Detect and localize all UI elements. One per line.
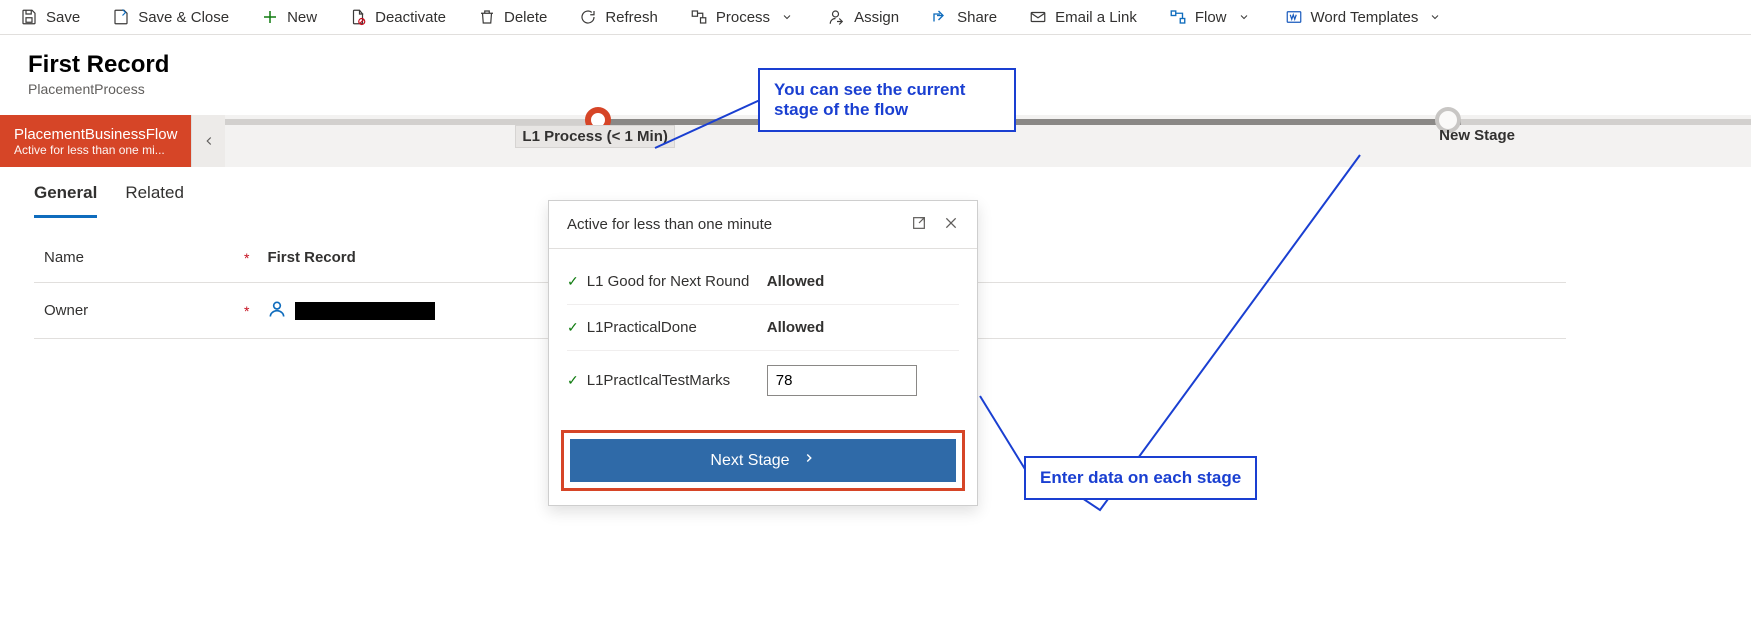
chevron-down-icon [778,8,796,26]
assign-label: Assign [854,9,899,26]
owner-value[interactable] [267,299,435,322]
new-label: New [287,9,317,26]
flyout-header: Active for less than one minute [549,201,977,249]
process-icon [690,8,708,26]
refresh-button[interactable]: Refresh [579,8,658,26]
flow-button[interactable]: Flow [1169,8,1253,26]
required-indicator: * [244,303,249,319]
tab-general[interactable]: General [34,173,97,218]
email-link-button[interactable]: Email a Link [1029,8,1137,26]
process-button[interactable]: Process [690,8,796,26]
save-close-label: Save & Close [138,9,229,26]
stage-field-3-label: L1PractIcalTestMarks [587,372,767,389]
next-stage-label: Next Stage [710,452,789,470]
close-icon[interactable] [943,215,959,234]
save-icon [20,8,38,26]
annotation-enter-data: Enter data on each stage [1024,456,1257,500]
person-icon [267,299,287,322]
check-icon: ✓ [567,319,579,336]
refresh-label: Refresh [605,9,658,26]
deactivate-icon [349,8,367,26]
tab-related[interactable]: Related [125,173,184,218]
flyout-title: Active for less than one minute [567,216,772,233]
delete-label: Delete [504,9,547,26]
delete-button[interactable]: Delete [478,8,547,26]
annotation-current-stage: You can see the current stage of the flo… [758,68,1016,132]
share-button[interactable]: Share [931,8,997,26]
stage-flyout: Active for less than one minute ✓ L1 Goo… [548,200,978,506]
save-button[interactable]: Save [20,8,80,26]
flow-icon [1169,8,1187,26]
command-bar: Save Save & Close New Deactivate Delete … [0,0,1751,35]
share-icon [931,8,949,26]
stage-field-2: ✓ L1PracticalDone Allowed [567,304,959,350]
stage-label-current[interactable]: L1 Process (< 1 Min) [515,125,674,148]
name-value[interactable]: First Record [267,249,355,266]
word-templates-label: Word Templates [1311,9,1419,26]
stage-field-1: ✓ L1 Good for Next Round Allowed [567,259,959,304]
bpf-active-flow[interactable]: PlacementBusinessFlow Active for less th… [0,115,191,167]
name-label: Name [44,249,244,266]
stage-field-1-value[interactable]: Allowed [767,273,825,290]
popout-icon[interactable] [911,215,927,234]
new-button[interactable]: New [261,8,317,26]
check-icon: ✓ [567,273,579,290]
next-stage-button[interactable]: Next Stage [570,439,956,482]
refresh-icon [579,8,597,26]
flow-label: Flow [1195,9,1227,26]
save-label: Save [46,9,80,26]
next-stage-highlight: Next Stage [561,430,965,491]
assign-button[interactable]: Assign [828,8,899,26]
stage-field-3: ✓ L1PractIcalTestMarks [567,350,959,410]
process-label: Process [716,9,770,26]
owner-name-redacted [295,302,435,320]
chevron-down-icon [1426,8,1444,26]
email-link-label: Email a Link [1055,9,1137,26]
assign-icon [828,8,846,26]
stage-field-3-input[interactable] [767,365,917,396]
save-close-icon [112,8,130,26]
trash-icon [478,8,496,26]
word-icon [1285,8,1303,26]
bpf-flow-name: PlacementBusinessFlow [14,126,177,143]
stage-field-2-value[interactable]: Allowed [767,319,825,336]
save-close-button[interactable]: Save & Close [112,8,229,26]
word-templates-button[interactable]: Word Templates [1285,8,1445,26]
bpf-flow-status: Active for less than one mi... [14,143,177,157]
required-indicator: * [244,250,249,266]
chevron-down-icon [1235,8,1253,26]
bpf-collapse-button[interactable] [191,115,225,167]
check-icon: ✓ [567,372,579,389]
share-label: Share [957,9,997,26]
stage-label-next[interactable]: New Stage [1433,125,1521,146]
chevron-right-icon [802,451,816,470]
owner-label: Owner [44,302,244,319]
plus-icon [261,8,279,26]
deactivate-label: Deactivate [375,9,446,26]
stage-field-2-label: L1PracticalDone [587,319,767,336]
stage-field-1-label: L1 Good for Next Round [587,273,767,290]
email-icon [1029,8,1047,26]
deactivate-button[interactable]: Deactivate [349,8,446,26]
